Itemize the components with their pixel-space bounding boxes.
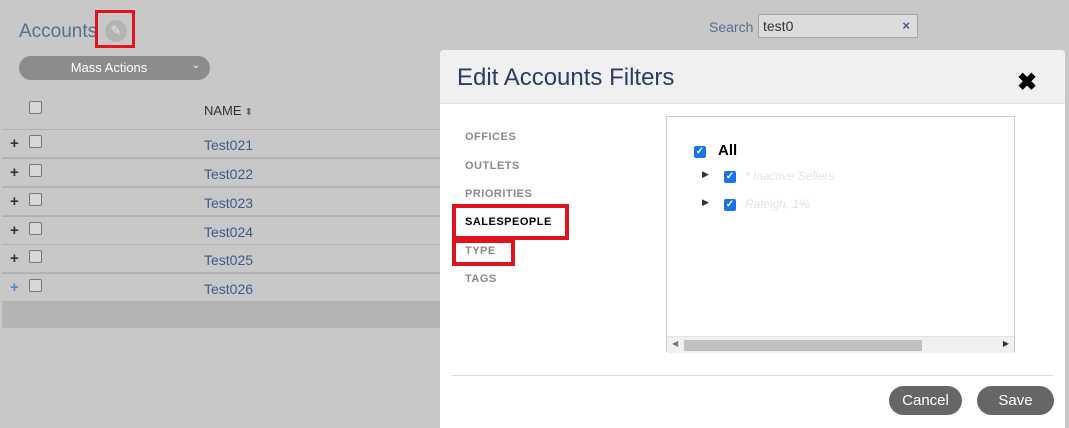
expand-triangle-icon[interactable]: ▶ [702, 169, 709, 180]
expand-row-icon[interactable]: + [10, 250, 19, 267]
filter-tab-outlets[interactable]: OUTLETS [465, 160, 520, 172]
table-header: NAME ⬍ [2, 91, 462, 129]
expand-row-icon[interactable]: + [10, 135, 19, 152]
chevron-down-icon: ⌄ [191, 60, 200, 71]
expand-row-icon[interactable]: + [10, 164, 19, 181]
account-name-link[interactable]: Test024 [204, 224, 253, 240]
sort-icon[interactable]: ⬍ [245, 107, 253, 118]
account-name-link[interactable]: Test021 [204, 137, 253, 153]
edit-filters-modal: Edit Accounts Filters ✖ OFFICES OUTLETS … [440, 50, 1065, 428]
row-checkbox[interactable] [29, 193, 42, 206]
modal-header: Edit Accounts Filters ✖ [440, 50, 1065, 104]
expand-row-icon[interactable]: + [10, 193, 19, 210]
row-checkbox[interactable] [29, 135, 42, 148]
tree-item-checkbox[interactable]: ✓ [724, 199, 736, 211]
row-checkbox[interactable] [29, 222, 42, 235]
close-icon[interactable]: ✖ [1017, 68, 1037, 97]
scrollbar-thumb[interactable] [684, 340, 922, 351]
filter-tab-tags[interactable]: TAGS [465, 273, 497, 285]
account-name-link[interactable]: Test023 [204, 195, 253, 211]
pencil-icon: ✎ [110, 23, 122, 38]
account-name-link[interactable]: Test025 [204, 252, 253, 268]
accounts-table: NAME ⬍ + Test021 + Test022 + Test023 + Te… [2, 91, 462, 328]
mass-actions-dropdown[interactable]: Mass Actions ⌄ [19, 56, 210, 80]
search-label: Search [709, 19, 754, 35]
page-title: Accounts [19, 21, 98, 42]
edit-pencil-button[interactable]: ✎ [105, 20, 127, 42]
all-checkbox[interactable]: ✓ [694, 146, 706, 158]
tree-item-checkbox[interactable]: ✓ [724, 171, 736, 183]
account-name-link[interactable]: Test026 [204, 281, 253, 297]
cancel-button[interactable]: Cancel [889, 386, 962, 415]
search-value: test0 [763, 18, 794, 34]
row-checkbox[interactable] [29, 250, 42, 263]
expand-row-icon[interactable]: + [10, 222, 19, 239]
save-button[interactable]: Save [977, 386, 1054, 415]
filter-tab-priorities[interactable]: PRIORITIES [465, 188, 532, 200]
table-row: + Test026 [2, 273, 462, 301]
name-column-label: NAME [204, 103, 242, 118]
expand-triangle-icon[interactable]: ▶ [702, 197, 709, 208]
scroll-right-icon[interactable]: ▶ [1003, 339, 1009, 348]
search-input[interactable]: test0 × [758, 14, 918, 38]
filter-tab-offices[interactable]: OFFICES [465, 131, 516, 143]
expand-row-icon[interactable]: + [10, 279, 19, 296]
table-row: + Test023 [2, 187, 462, 215]
footer-divider [452, 375, 1054, 376]
select-all-checkbox[interactable] [29, 101, 42, 114]
row-checkbox[interactable] [29, 164, 42, 177]
edit-filters-highlight: ✎ [95, 10, 135, 48]
table-row: + Test024 [2, 216, 462, 244]
all-label: All [718, 142, 738, 159]
salespeople-highlight [452, 204, 569, 240]
clear-search-icon[interactable]: × [902, 18, 910, 33]
tree-item-label: Raleigh, 1% [745, 197, 810, 211]
type-highlight [452, 239, 515, 266]
horizontal-scrollbar[interactable]: ◀ ▶ [667, 336, 1014, 353]
account-name-link[interactable]: Test022 [204, 166, 253, 182]
row-checkbox[interactable] [29, 279, 42, 292]
name-column-header[interactable]: NAME ⬍ [204, 103, 253, 118]
salespeople-tree: ✓ All ▶ ✓ * Inactive Sellers ▶ ✓ Raleigh… [666, 116, 1015, 353]
scroll-left-icon[interactable]: ◀ [672, 339, 678, 348]
table-row: + Test022 [2, 158, 462, 186]
tree-item-label: * Inactive Sellers [745, 169, 835, 183]
mass-actions-label: Mass Actions [70, 60, 148, 75]
modal-title: Edit Accounts Filters [457, 64, 675, 91]
table-row: + Test021 [2, 129, 462, 157]
table-row: + Test025 [2, 244, 462, 272]
